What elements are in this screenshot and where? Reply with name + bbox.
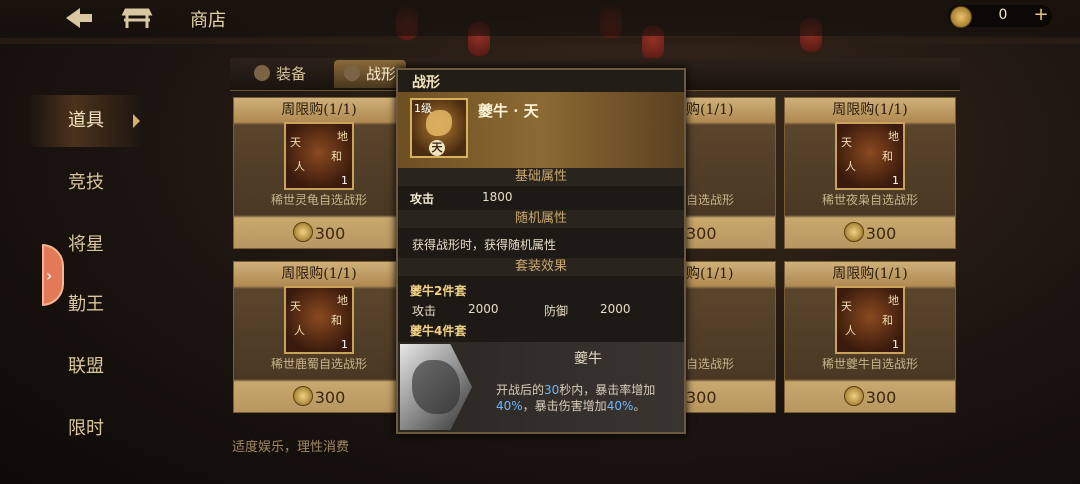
item-count: 1 [341,338,348,351]
currency-display: 0 + [948,5,1052,28]
back-button[interactable] [58,4,98,32]
section-title: 基础属性 [398,168,684,186]
item-name: 稀世鹿蜀自选战形 [270,357,367,371]
skill-name: 夔牛 [574,351,602,367]
coin-icon [843,222,864,242]
shop-card[interactable]: 周限购(1/1) 天 地 人 和 1 稀世夜枭自选战形 300 [784,97,956,249]
rune-char: 天 [290,136,301,149]
skill-description: 开战后的30秒内，暴击率增加40%，暴击伤害增加40%。 [496,383,656,413]
item-name: 自选战形 [686,357,735,371]
set-attr-value: 2000 [600,302,631,316]
beast-icon [344,65,360,81]
card-limit: 周限购(1/1) [281,102,357,118]
item-count: 1 [892,338,899,351]
item-icon: 1级 天 [410,98,468,158]
tooltip-title: 战形 [412,75,440,91]
nav-item-props[interactable]: 道具 [28,95,144,147]
section-title: 随机属性 [398,210,684,228]
item-name: 稀世夔牛自选战形 [821,357,918,371]
gate-icon [121,8,153,28]
rune-char: 地 [337,130,348,143]
rune-char: 地 [888,130,899,143]
card-limit: 周限购(1/1) [281,266,357,282]
item-name: 稀世夜枭自选战形 [821,193,918,207]
card-limit: 购(1/1) [686,266,734,282]
shop-card[interactable]: 购(1/1) 自选战形 300 [686,97,776,249]
rune-char: 人 [845,324,856,337]
price-button[interactable]: 300 [785,384,955,412]
rune-char: 和 [882,150,893,163]
rune-char: 和 [331,150,342,163]
random-attr-desc: 获得战形时，获得随机属性 [412,238,557,252]
coin-icon [292,222,313,242]
shop-card[interactable]: 购(1/1) 自选战形 300 [686,261,776,413]
footer-note: 适度娱乐，理性消费 [232,440,350,455]
rune-char: 和 [331,314,342,327]
item-icon: 天 地 人 和 1 [835,286,905,354]
rune-char: 天 [290,300,301,313]
coin-icon [292,386,313,406]
shop-card[interactable]: 周限购(1/1) 天 地 人 和 1 稀世夔牛自选战形 300 [784,261,956,413]
item-grade-badge: 天 [429,140,445,156]
set-attr-label: 防御 [544,304,569,318]
coin-icon [950,6,972,28]
card-limit: 周限购(1/1) [832,102,908,118]
item-level: 1级 [414,102,432,115]
shop-card[interactable]: 周限购(1/1) 天 地 人 和 1 稀世灵龟自选战形 300 [233,97,405,249]
attr-value: 1800 [482,190,513,204]
tooltip-header: 战形 [398,70,684,93]
price-button[interactable]: 300 [234,220,404,248]
armor-icon [254,65,270,81]
price-button[interactable]: 300 [785,220,955,248]
attr-row: 攻击 [410,192,435,206]
background-beam [0,38,1080,44]
add-currency-button[interactable]: + [1032,5,1050,27]
card-limit: 周限购(1/1) [832,266,908,282]
rune-char: 和 [882,314,893,327]
rune-char: 人 [294,160,305,173]
set-title: 夔牛2件套 [410,284,467,298]
skill-portrait [400,344,472,430]
rune-char: 天 [841,136,852,149]
rune-char: 地 [337,294,348,307]
price-button[interactable]: 300 [686,384,775,412]
item-name: 自选战形 [686,193,735,207]
item-count: 1 [341,174,348,187]
nav-item-limited[interactable]: 限时 [28,403,144,455]
skill-panel: 夔牛 开战后的30秒内，暴击率增加40%，暴击伤害增加40%。 [398,342,684,432]
rune-char: 天 [841,300,852,313]
item-icon: 天 地 人 和 1 [284,122,354,190]
beast-icon [412,360,460,414]
page-title: 商店 [190,10,226,31]
item-name: 夔牛 · 天 [478,102,539,120]
tab-equipment[interactable]: 装备 [254,60,306,88]
price-button[interactable]: 300 [234,384,404,412]
section-title: 套装效果 [398,258,684,276]
item-icon: 天 地 人 和 1 [835,122,905,190]
back-arrow-icon [66,8,92,28]
set-attr-value: 2000 [468,302,499,316]
shop-card[interactable]: 周限购(1/1) 天 地 人 和 1 稀世鹿蜀自选战形 300 [233,261,405,413]
coin-icon [843,386,864,406]
set-attr-label: 攻击 [412,304,437,318]
chevron-right-icon: › [46,266,53,285]
item-icon: 天 地 人 和 1 [284,286,354,354]
top-bar: 商店 0 + [0,0,1080,36]
rune-char: 人 [294,324,305,337]
tooltip-hero: 1级 天 夔牛 · 天 [398,92,684,168]
item-name: 稀世灵龟自选战形 [270,193,367,207]
nav-item-alliance[interactable]: 联盟 [28,341,144,393]
currency-value: 0 [998,7,1008,23]
rune-char: 人 [845,160,856,173]
rune-char: 地 [888,294,899,307]
item-tooltip: 战形 1级 天 夔牛 · 天 基础属性 攻击 1800 随机属性 获得战形时，获… [396,68,686,434]
price-button[interactable]: 300 [686,220,775,248]
set-title: 夔牛4件套 [410,324,467,338]
item-count: 1 [892,174,899,187]
home-button[interactable] [120,4,154,32]
card-limit: 购(1/1) [686,102,734,118]
nav-item-arena[interactable]: 竞技 [28,157,144,209]
